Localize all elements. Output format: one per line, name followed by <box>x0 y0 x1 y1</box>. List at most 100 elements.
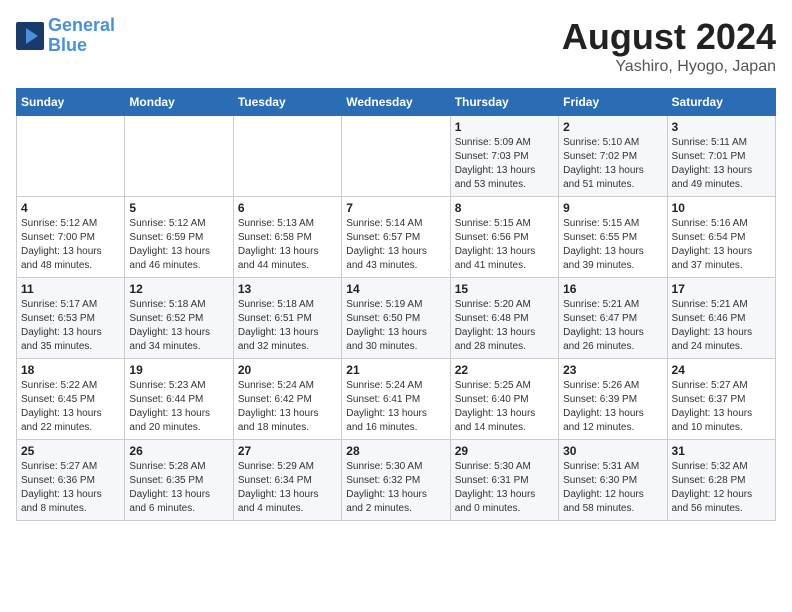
day-number: 16 <box>563 282 662 296</box>
day-number: 5 <box>129 201 228 215</box>
day-number: 15 <box>455 282 554 296</box>
day-number: 13 <box>238 282 337 296</box>
calendar-cell: 25 Sunrise: 5:27 AMSunset: 6:36 PMDayligh… <box>17 440 125 521</box>
day-info: Sunrise: 5:30 AMSunset: 6:31 PMDaylight:… <box>455 460 554 516</box>
logo-line1: General <box>48 15 115 35</box>
day-info: Sunrise: 5:15 AMSunset: 6:56 PMDaylight:… <box>455 217 554 273</box>
day-number: 27 <box>238 444 337 458</box>
weekday-header-sunday: Sunday <box>17 89 125 116</box>
day-number: 12 <box>129 282 228 296</box>
day-info: Sunrise: 5:11 AMSunset: 7:01 PMDaylight:… <box>672 136 771 192</box>
day-number: 14 <box>346 282 445 296</box>
calendar-cell: 10 Sunrise: 5:16 AMSunset: 6:54 PMDayligh… <box>667 197 775 278</box>
day-info: Sunrise: 5:29 AMSunset: 6:34 PMDaylight:… <box>238 460 337 516</box>
weekday-header-wednesday: Wednesday <box>342 89 450 116</box>
calendar-cell: 26 Sunrise: 5:28 AMSunset: 6:35 PMDayligh… <box>125 440 233 521</box>
day-number: 31 <box>672 444 771 458</box>
day-info: Sunrise: 5:24 AMSunset: 6:41 PMDaylight:… <box>346 379 445 435</box>
day-number: 8 <box>455 201 554 215</box>
calendar-cell: 3 Sunrise: 5:11 AMSunset: 7:01 PMDaylight… <box>667 116 775 197</box>
day-number: 20 <box>238 363 337 377</box>
month-title: August 2024 <box>562 16 776 58</box>
calendar-cell <box>233 116 341 197</box>
day-number: 28 <box>346 444 445 458</box>
calendar-cell: 15 Sunrise: 5:20 AMSunset: 6:48 PMDayligh… <box>450 278 558 359</box>
logo-text: General Blue <box>48 16 115 56</box>
day-number: 21 <box>346 363 445 377</box>
day-info: Sunrise: 5:30 AMSunset: 6:32 PMDaylight:… <box>346 460 445 516</box>
day-info: Sunrise: 5:31 AMSunset: 6:30 PMDaylight:… <box>563 460 662 516</box>
title-block: August 2024 Yashiro, Hyogo, Japan <box>562 16 776 76</box>
calendar-cell: 16Sunrise: 5:21 AMSunset: 6:47 PMDayligh… <box>559 278 667 359</box>
day-info: Sunrise: 5:27 AMSunset: 6:36 PMDaylight:… <box>21 460 120 516</box>
calendar-cell: 12 Sunrise: 5:18 AMSunset: 6:52 PMDayligh… <box>125 278 233 359</box>
day-number: 30 <box>563 444 662 458</box>
day-number: 24 <box>672 363 771 377</box>
day-info: Sunrise: 5:19 AMSunset: 6:50 PMDaylight:… <box>346 298 445 354</box>
day-info: Sunrise: 5:23 AMSunset: 6:44 PMDaylight:… <box>129 379 228 435</box>
day-info: Sunrise: 5:12 AMSunset: 7:00 PMDaylight:… <box>21 217 120 273</box>
day-info: Sunrise: 5:24 AMSunset: 6:42 PMDaylight:… <box>238 379 337 435</box>
day-number: 6 <box>238 201 337 215</box>
day-number: 4 <box>21 201 120 215</box>
weekday-header-saturday: Saturday <box>667 89 775 116</box>
day-info: Sunrise: 5:13 AMSunset: 6:58 PMDaylight:… <box>238 217 337 273</box>
day-info: Sunrise: 5:20 AMSunset: 6:48 PMDaylight:… <box>455 298 554 354</box>
calendar-cell: 4 Sunrise: 5:12 AMSunset: 7:00 PMDaylight… <box>17 197 125 278</box>
logo-line2: Blue <box>48 35 87 55</box>
day-number: 22 <box>455 363 554 377</box>
calendar-cell: 28 Sunrise: 5:30 AMSunset: 6:32 PMDayligh… <box>342 440 450 521</box>
calendar-cell: 22Sunrise: 5:25 AMSunset: 6:40 PMDayligh… <box>450 359 558 440</box>
day-info: Sunrise: 5:15 AMSunset: 6:55 PMDaylight:… <box>563 217 662 273</box>
day-number: 18 <box>21 363 120 377</box>
day-number: 25 <box>21 444 120 458</box>
day-info: Sunrise: 5:28 AMSunset: 6:35 PMDaylight:… <box>129 460 228 516</box>
calendar-cell <box>17 116 125 197</box>
calendar-cell: 6 Sunrise: 5:13 AMSunset: 6:58 PMDaylight… <box>233 197 341 278</box>
calendar-cell: 21 Sunrise: 5:24 AMSunset: 6:41 PMDayligh… <box>342 359 450 440</box>
day-info: Sunrise: 5:10 AMSunset: 7:02 PMDaylight:… <box>563 136 662 192</box>
calendar-cell: 1Sunrise: 5:09 AMSunset: 7:03 PMDaylight… <box>450 116 558 197</box>
day-number: 3 <box>672 120 771 134</box>
day-number: 26 <box>129 444 228 458</box>
calendar-cell: 7Sunrise: 5:14 AMSunset: 6:57 PMDaylight… <box>342 197 450 278</box>
day-info: Sunrise: 5:18 AMSunset: 6:52 PMDaylight:… <box>129 298 228 354</box>
weekday-header-monday: Monday <box>125 89 233 116</box>
day-info: Sunrise: 5:16 AMSunset: 6:54 PMDaylight:… <box>672 217 771 273</box>
day-number: 9 <box>563 201 662 215</box>
calendar-week-row: 11Sunrise: 5:17 AMSunset: 6:53 PMDayligh… <box>17 278 776 359</box>
weekday-header-friday: Friday <box>559 89 667 116</box>
weekday-header-thursday: Thursday <box>450 89 558 116</box>
calendar-week-row: 18Sunrise: 5:22 AMSunset: 6:45 PMDayligh… <box>17 359 776 440</box>
day-info: Sunrise: 5:12 AMSunset: 6:59 PMDaylight:… <box>129 217 228 273</box>
page-header: General Blue August 2024 Yashiro, Hyogo,… <box>16 16 776 76</box>
calendar-cell <box>125 116 233 197</box>
calendar-week-row: 4 Sunrise: 5:12 AMSunset: 7:00 PMDaylight… <box>17 197 776 278</box>
day-info: Sunrise: 5:21 AMSunset: 6:46 PMDaylight:… <box>672 298 771 354</box>
calendar-cell: 17 Sunrise: 5:21 AMSunset: 6:46 PMDayligh… <box>667 278 775 359</box>
calendar-cell: 11Sunrise: 5:17 AMSunset: 6:53 PMDayligh… <box>17 278 125 359</box>
day-number: 10 <box>672 201 771 215</box>
calendar-cell: 19Sunrise: 5:23 AMSunset: 6:44 PMDayligh… <box>125 359 233 440</box>
logo-icon <box>16 22 44 50</box>
calendar-cell: 20 Sunrise: 5:24 AMSunset: 6:42 PMDayligh… <box>233 359 341 440</box>
day-info: Sunrise: 5:14 AMSunset: 6:57 PMDaylight:… <box>346 217 445 273</box>
calendar-week-row: 1Sunrise: 5:09 AMSunset: 7:03 PMDaylight… <box>17 116 776 197</box>
day-number: 29 <box>455 444 554 458</box>
calendar-cell: 2Sunrise: 5:10 AMSunset: 7:02 PMDaylight… <box>559 116 667 197</box>
calendar-week-row: 25 Sunrise: 5:27 AMSunset: 6:36 PMDayligh… <box>17 440 776 521</box>
day-number: 17 <box>672 282 771 296</box>
calendar-cell: 13 Sunrise: 5:18 AMSunset: 6:51 PMDayligh… <box>233 278 341 359</box>
calendar-table: SundayMondayTuesdayWednesdayThursdayFrid… <box>16 88 776 521</box>
location: Yashiro, Hyogo, Japan <box>562 58 776 76</box>
calendar-cell: 8 Sunrise: 5:15 AMSunset: 6:56 PMDaylight… <box>450 197 558 278</box>
calendar-cell: 27 Sunrise: 5:29 AMSunset: 6:34 PMDayligh… <box>233 440 341 521</box>
weekday-header-tuesday: Tuesday <box>233 89 341 116</box>
day-info: Sunrise: 5:26 AMSunset: 6:39 PMDaylight:… <box>563 379 662 435</box>
calendar-cell: 31Sunrise: 5:32 AMSunset: 6:28 PMDayligh… <box>667 440 775 521</box>
day-number: 23 <box>563 363 662 377</box>
calendar-cell: 29 Sunrise: 5:30 AMSunset: 6:31 PMDayligh… <box>450 440 558 521</box>
day-info: Sunrise: 5:27 AMSunset: 6:37 PMDaylight:… <box>672 379 771 435</box>
calendar-cell: 18Sunrise: 5:22 AMSunset: 6:45 PMDayligh… <box>17 359 125 440</box>
day-info: Sunrise: 5:18 AMSunset: 6:51 PMDaylight:… <box>238 298 337 354</box>
